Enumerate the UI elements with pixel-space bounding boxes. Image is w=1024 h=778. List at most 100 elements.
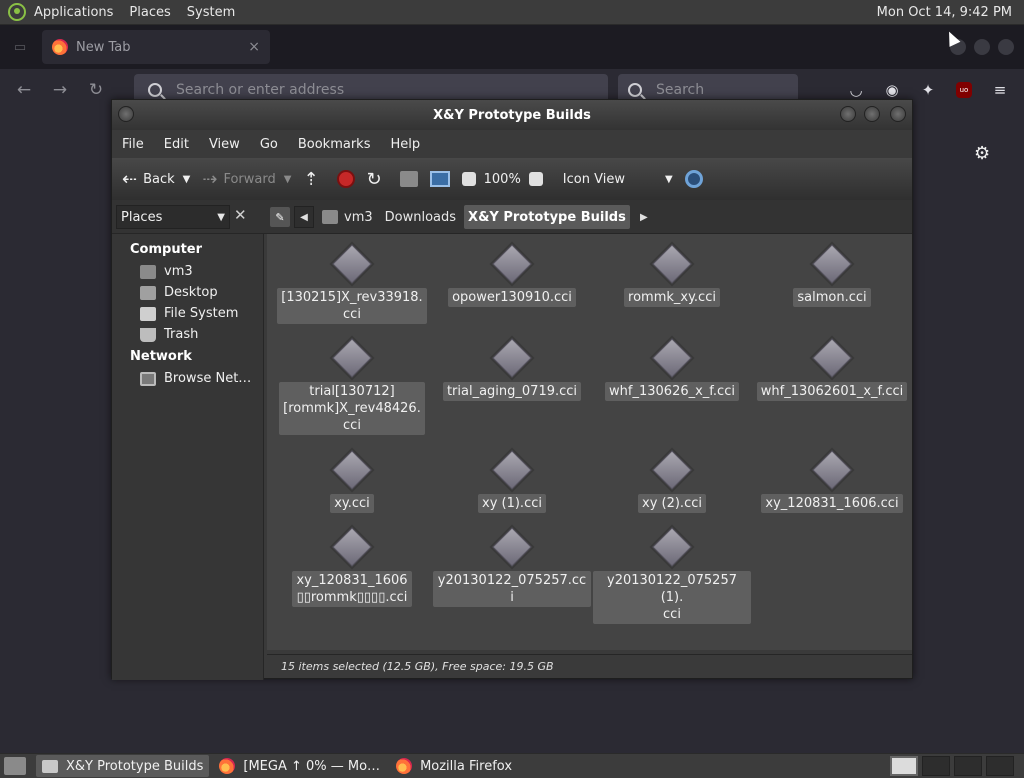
file-name: y20130122_075257 (1). cci	[593, 571, 751, 624]
file-item[interactable]: xy (1).cci	[432, 450, 592, 513]
computer-button[interactable]	[429, 171, 450, 187]
sidebar-item-label: Browse Net…	[164, 371, 252, 386]
stop-icon	[336, 170, 355, 188]
menu-go[interactable]: Go	[260, 137, 278, 152]
file-name: trial[130712] [rommk]X_rev48426. cci	[279, 382, 425, 435]
home-button[interactable]	[399, 171, 418, 187]
magnifier-icon	[684, 170, 703, 188]
ublock-icon[interactable]: uo	[954, 80, 974, 100]
breadcrumb-current[interactable]: X&Y Prototype Builds	[464, 205, 630, 229]
reload-icon: ↻	[366, 168, 382, 190]
back-button[interactable]: ⇠ Back ▼	[122, 169, 190, 190]
maximize-icon[interactable]	[974, 39, 990, 55]
taskbar-item-file-manager[interactable]: X&Y Prototype Builds	[36, 755, 210, 777]
firefox-tab-icon	[52, 39, 68, 55]
address-placeholder: Search or enter address	[176, 82, 345, 98]
file-item[interactable]: xy_120831_1606 ▯▯rommk▯▯▯▯.cci	[272, 527, 432, 607]
close-sidebar-icon[interactable]: ✕	[234, 206, 247, 224]
up-button[interactable]: ⇡	[303, 169, 324, 190]
sidebar-item-trash[interactable]: Trash	[112, 324, 263, 345]
file-icon	[332, 527, 372, 567]
taskbar-item-mega[interactable]: [MEGA ↑ 0% — Mo…	[213, 755, 386, 777]
show-desktop-icon[interactable]	[4, 757, 26, 775]
chevron-down-icon[interactable]: ▼	[284, 174, 292, 185]
search-button[interactable]	[684, 170, 703, 188]
panel-menu-applications[interactable]: Applications	[34, 5, 113, 20]
forward-arrow-icon: ⇢	[202, 168, 218, 190]
ublock-badge: uo	[956, 82, 972, 98]
window-menu-icon[interactable]	[118, 106, 134, 122]
view-mode-select[interactable]: Icon View ▼	[563, 172, 673, 187]
edit-location-icon[interactable]: ✎	[270, 207, 290, 227]
sidebar-item-vm3[interactable]: vm3	[112, 261, 263, 282]
panel-menu-system[interactable]: System	[187, 5, 235, 20]
close-icon[interactable]	[890, 106, 906, 122]
sidebar-item-desktop[interactable]: Desktop	[112, 282, 263, 303]
sidebar-item-file-system[interactable]: File System	[112, 303, 263, 324]
home-folder-icon	[399, 171, 418, 187]
close-tab-icon[interactable]: ×	[248, 39, 260, 55]
zoom-out-icon[interactable]	[461, 172, 476, 186]
breadcrumb-downloads[interactable]: Downloads	[380, 205, 461, 229]
browser-tab-new-tab[interactable]: New Tab ×	[42, 30, 270, 64]
workspace-switcher	[890, 756, 1014, 776]
file-item[interactable]: trial_aging_0719.cci	[432, 338, 592, 401]
reload-button[interactable]: ↻	[367, 169, 388, 190]
file-item[interactable]: rommk_xy.cci	[592, 244, 752, 307]
menu-view[interactable]: View	[209, 137, 240, 152]
taskbar-item-label: X&Y Prototype Builds	[66, 758, 204, 774]
extensions-icon[interactable]: ✦	[918, 80, 938, 100]
crumb-left-icon[interactable]: ◀	[294, 206, 314, 228]
file-item[interactable]: whf_130626_x_f.cci	[592, 338, 752, 401]
file-item[interactable]: salmon.cci	[752, 244, 912, 307]
file-item[interactable]: xy_120831_1606.cci	[752, 450, 912, 513]
firefox-view-icon[interactable]: ▭	[10, 37, 30, 57]
forward-arrow-icon[interactable]: →	[48, 80, 72, 100]
chevron-down-icon: ▼	[664, 173, 673, 185]
workspace-1[interactable]	[890, 756, 918, 776]
file-item[interactable]: trial[130712] [rommk]X_rev48426. cci	[272, 338, 432, 435]
file-item[interactable]: xy (2).cci	[592, 450, 752, 513]
sidebar-item-browse-network[interactable]: Browse Net…	[112, 368, 263, 389]
maximize-icon[interactable]	[864, 106, 880, 122]
sidebar-item-label: vm3	[164, 264, 193, 279]
file-item[interactable]: xy.cci	[272, 450, 432, 513]
trash-icon	[140, 327, 156, 342]
menu-bookmarks[interactable]: Bookmarks	[298, 137, 371, 152]
workspace-2[interactable]	[922, 756, 950, 776]
stop-button[interactable]	[336, 170, 355, 188]
close-icon[interactable]	[998, 39, 1014, 55]
pocket-icon[interactable]: ◡	[846, 80, 866, 100]
crumb-right-icon[interactable]: ▶	[633, 206, 654, 228]
file-item[interactable]: [130215]X_rev33918. cci	[272, 244, 432, 324]
minimize-icon[interactable]	[840, 106, 856, 122]
workspace-3[interactable]	[954, 756, 982, 776]
panel-clock[interactable]: Mon Oct 14, 9:42 PM	[877, 5, 1012, 20]
zoom-control[interactable]: 100%	[461, 172, 551, 187]
forward-button[interactable]: ⇢ Forward ▼	[202, 169, 291, 190]
reload-icon[interactable]: ↻	[84, 80, 108, 100]
menu-edit[interactable]: Edit	[164, 137, 189, 152]
zoom-in-icon[interactable]	[528, 172, 543, 186]
workspace-4[interactable]	[986, 756, 1014, 776]
distro-logo-icon[interactable]	[8, 3, 26, 21]
chevron-down-icon[interactable]: ▼	[183, 174, 191, 185]
file-item[interactable]: y20130122_075257.cci	[432, 527, 592, 607]
taskbar-item-firefox[interactable]: Mozilla Firefox	[390, 755, 518, 777]
breadcrumb: ✎ ◀ vm3 Downloads X&Y Prototype Builds ▶	[270, 205, 654, 229]
panel-menu-places[interactable]: Places	[129, 5, 170, 20]
window-titlebar[interactable]: X&Y Prototype Builds	[112, 100, 912, 130]
file-icon-view[interactable]: [130215]X_rev33918. cci opower130910.cci…	[267, 234, 912, 650]
file-name: xy_120831_1606 ▯▯rommk▯▯▯▯.cci	[292, 571, 412, 607]
gear-icon[interactable]: ⚙	[974, 143, 990, 164]
file-item[interactable]: whf_13062601_x_f.cci	[752, 338, 912, 401]
breadcrumb-vm3[interactable]: vm3	[318, 205, 377, 229]
file-item[interactable]: opower130910.cci	[432, 244, 592, 307]
hamburger-menu-icon[interactable]: ≡	[990, 80, 1010, 100]
menu-file[interactable]: File	[122, 137, 144, 152]
menu-help[interactable]: Help	[390, 137, 420, 152]
sidebar-mode-select[interactable]: Places ▼	[116, 205, 230, 229]
account-icon[interactable]: ◉	[882, 80, 902, 100]
file-item[interactable]: y20130122_075257 (1). cci	[592, 527, 752, 624]
back-arrow-icon[interactable]: ←	[12, 80, 36, 100]
